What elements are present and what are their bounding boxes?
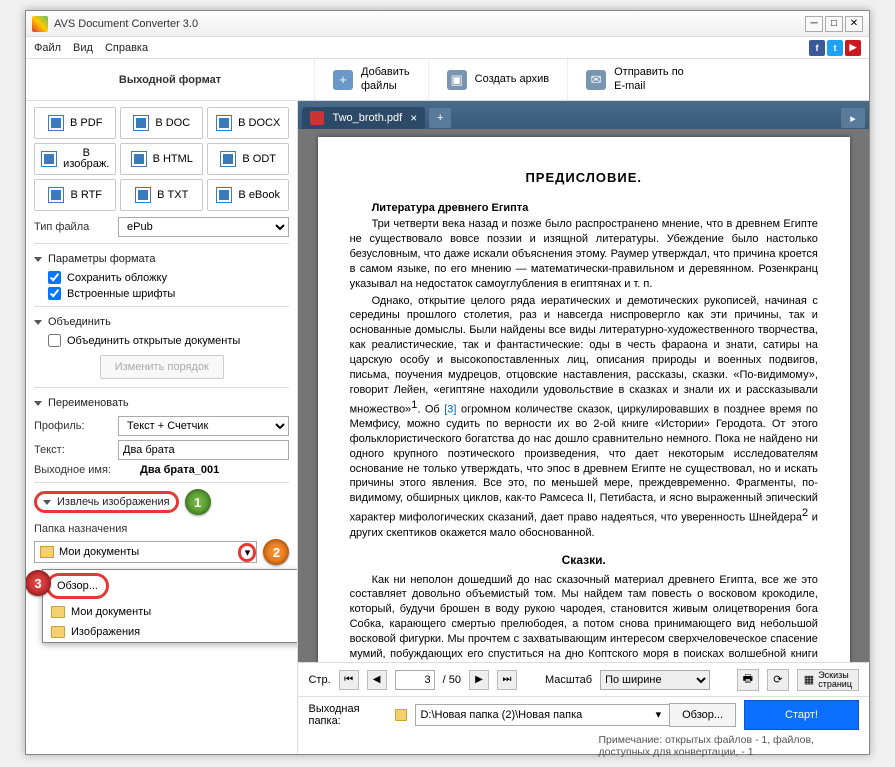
merge-checkbox[interactable] [48, 334, 61, 347]
chevron-down-icon [43, 500, 51, 505]
tab-active[interactable]: Two_broth.pdf × [302, 107, 425, 129]
footnote-link[interactable]: [3] [444, 403, 456, 415]
format-txt[interactable]: В TXT [120, 179, 203, 211]
window-title: AVS Document Converter 3.0 [54, 18, 805, 30]
minimize-button[interactable]: ─ [805, 16, 823, 32]
facebook-icon[interactable]: f [809, 40, 825, 56]
pdf-icon [310, 111, 324, 125]
next-page-button[interactable]: ▶ [469, 670, 489, 690]
folder-icon [51, 626, 65, 638]
dest-folder-dropdown: 3 Обзор... Мои документы Изображения [42, 569, 298, 643]
doc-icon [220, 151, 236, 167]
section-params[interactable]: Параметры формата [34, 250, 289, 268]
folder-icon [395, 709, 408, 721]
dest-folder-combo[interactable]: Мои документы ▾ [34, 541, 257, 563]
output-name: Два брата_001 [140, 464, 219, 476]
thumbnails-button[interactable]: ▦Эскизы страниц [797, 669, 859, 691]
chevron-down-icon [34, 320, 42, 325]
format-pdf[interactable]: В PDF [34, 107, 116, 139]
page-number-input[interactable] [395, 670, 435, 690]
section-rename[interactable]: Переименовать [34, 394, 289, 412]
section-merge[interactable]: Объединить [34, 313, 289, 331]
output-folder-dropdown[interactable]: ▾ [656, 708, 662, 721]
callout-1: 1 [185, 489, 211, 515]
doc-icon [216, 187, 232, 203]
dropdown-images[interactable]: Изображения [43, 622, 298, 642]
titlebar: AVS Document Converter 3.0 ─ □ ✕ [26, 11, 869, 37]
section-extract-images[interactable]: Извлечь изображения [34, 491, 179, 513]
menu-help[interactable]: Справка [105, 42, 148, 54]
print-button[interactable]: 🖶 [737, 669, 759, 691]
cover-checkbox[interactable] [48, 271, 61, 284]
dropdown-mydocs[interactable]: Мои документы [43, 602, 298, 622]
maximize-button[interactable]: □ [825, 16, 843, 32]
prev-page-button[interactable]: ◀ [367, 670, 387, 690]
format-html[interactable]: В HTML [120, 143, 203, 175]
format-rtf[interactable]: В RTF [34, 179, 116, 211]
rotate-button[interactable]: ⟳ [767, 669, 789, 691]
rename-text-input[interactable] [118, 440, 289, 460]
doc-heading: ПРЕДИСЛОВИЕ. [350, 169, 818, 187]
doc-subheading: Сказки. [350, 552, 818, 568]
dropdown-browse[interactable]: Обзор... [46, 573, 109, 599]
chevron-down-icon [34, 257, 42, 262]
tab-nav-right[interactable]: ▸ [841, 108, 865, 128]
add-files-button[interactable]: + Добавить файлы [314, 59, 428, 100]
callout-2: 2 [263, 539, 289, 565]
start-button[interactable]: Старт! [744, 700, 859, 730]
folder-icon [40, 546, 54, 558]
status-bar: Примечание: открытых файлов - 1, файлов,… [298, 732, 869, 754]
chevron-down-icon [34, 401, 42, 406]
dest-folder-label: Папка назначения [34, 523, 289, 535]
bottom-bar: Выходная папка: ▾ Обзор... Старт! [298, 696, 869, 732]
doc-icon [133, 115, 149, 131]
sidebar: В PDF В DOC В DOCX В изображ. В HTML В O… [26, 101, 298, 754]
doc-icon [216, 115, 232, 131]
page-navigation-bar: Стр. ⏮ ◀ / 50 ▶ ⏭ Масштаб По ширине 🖶 ⟳ … [298, 662, 869, 696]
last-page-button[interactable]: ⏭ [497, 670, 517, 690]
plus-icon: + [333, 70, 353, 90]
profile-select[interactable]: Текст + Счетчик [118, 416, 289, 436]
menu-file[interactable]: Файл [34, 42, 61, 54]
document-tabs: Two_broth.pdf × + ▸ [298, 101, 869, 129]
create-archive-button[interactable]: ▣ Создать архив [428, 59, 567, 100]
tab-close-button[interactable]: × [410, 111, 417, 125]
format-image[interactable]: В изображ. [34, 143, 116, 175]
output-folder-input[interactable] [415, 704, 669, 726]
sidebar-title: Выходной формат [26, 62, 314, 98]
menu-view[interactable]: Вид [73, 42, 93, 54]
format-odt[interactable]: В ODT [207, 143, 289, 175]
doc-icon [48, 115, 64, 131]
doc-icon [48, 187, 64, 203]
add-tab-button[interactable]: + [429, 108, 451, 128]
callout-3: 3 [26, 570, 51, 596]
format-doc[interactable]: В DOC [120, 107, 203, 139]
mail-icon: ✉ [586, 70, 606, 90]
toolbar: Выходной формат + Добавить файлы ▣ Созда… [26, 59, 869, 101]
menubar: Файл Вид Справка f t ▶ [26, 37, 869, 59]
archive-icon: ▣ [447, 70, 467, 90]
filetype-select[interactable]: ePub [118, 217, 289, 237]
format-ebook[interactable]: В eBook [207, 179, 289, 211]
browse-button[interactable]: Обзор... [669, 703, 736, 727]
filetype-label: Тип файла [34, 221, 112, 233]
fonts-checkbox[interactable] [48, 287, 61, 300]
twitter-icon[interactable]: t [827, 40, 843, 56]
dest-folder-dropdown-arrow[interactable]: ▾ [238, 543, 256, 562]
youtube-icon[interactable]: ▶ [845, 40, 861, 56]
document-page: ПРЕДИСЛОВИЕ. Литература древнего Египта … [318, 137, 850, 662]
doc-icon [135, 187, 151, 203]
folder-icon [51, 606, 65, 618]
reorder-button: Изменить порядок [100, 355, 224, 379]
document-viewport[interactable]: ПРЕДИСЛОВИЕ. Литература древнего Египта … [298, 129, 869, 662]
first-page-button[interactable]: ⏮ [339, 670, 359, 690]
doc-icon [131, 151, 147, 167]
close-button[interactable]: ✕ [845, 16, 863, 32]
app-logo-icon [32, 16, 48, 32]
format-docx[interactable]: В DOCX [207, 107, 289, 139]
zoom-select[interactable]: По ширине [600, 670, 710, 690]
send-email-button[interactable]: ✉ Отправить по E-mail [567, 59, 702, 100]
doc-icon [41, 151, 57, 167]
